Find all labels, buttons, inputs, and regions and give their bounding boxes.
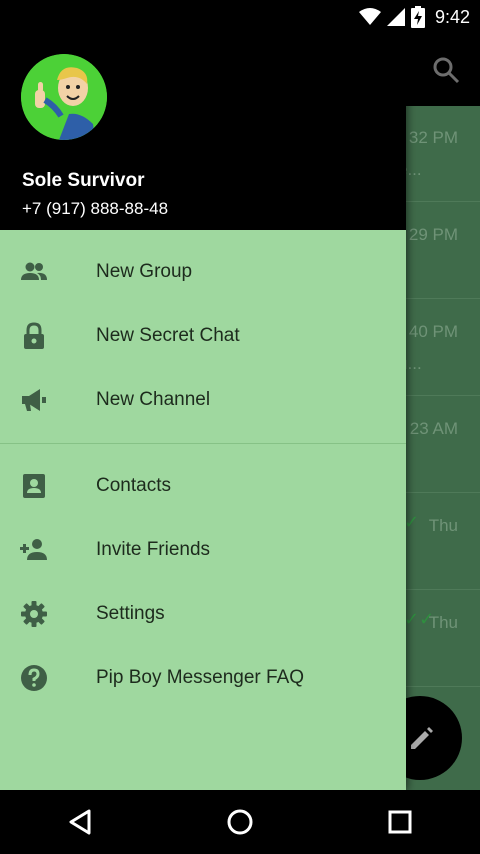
menu-label: New Channel (96, 389, 211, 410)
menu-label: Invite Friends (96, 539, 211, 560)
user-phone: +7 (917) 888-88-48 (22, 199, 169, 218)
drawer-header: Sole Survivor +7 (917) 888-88-48 (0, 34, 406, 230)
chat-time: 32 PM (408, 128, 458, 147)
gear-icon (21, 601, 47, 627)
avatar[interactable] (21, 54, 107, 140)
status-bar: 9:42 (0, 0, 480, 34)
megaphone-icon (22, 389, 46, 411)
contact-card-icon (23, 474, 45, 498)
chat-time: 29 PM (408, 225, 458, 244)
navigation-drawer: Sole Survivor +7 (917) 888-88-48 New Gro… (0, 34, 406, 790)
chat-time: 40 PM (408, 322, 458, 341)
cellular-signal-icon (386, 8, 405, 26)
menu-item-contacts[interactable]: Contacts (0, 454, 406, 518)
system-nav-bar (0, 790, 480, 854)
menu-item-new-secret-chat[interactable]: New Secret Chat (0, 304, 406, 368)
lock-icon (24, 322, 44, 349)
menu-item-faq[interactable]: Pip Boy Messenger FAQ (0, 646, 406, 710)
search-icon[interactable] (432, 56, 460, 84)
group-icon (21, 262, 47, 280)
menu-item-settings[interactable]: Settings (0, 582, 406, 646)
menu-label: Contacts (96, 475, 171, 496)
chat-time: Thu (428, 613, 458, 632)
menu-divider (0, 443, 406, 444)
menu-item-invite-friends[interactable]: Invite Friends (0, 518, 406, 582)
pencil-icon (411, 727, 433, 749)
back-button[interactable] (50, 792, 110, 852)
clock: 9:42 (434, 6, 470, 27)
battery-icon (410, 6, 425, 28)
chat-time: Thu (428, 516, 458, 535)
menu-item-new-group[interactable]: New Group (0, 240, 406, 304)
status-icons: 9:42 (358, 5, 470, 29)
read-check-icon: ✓ (404, 512, 420, 532)
menu-label: New Group (96, 261, 193, 282)
vault-boy-avatar (21, 54, 107, 140)
menu-item-new-channel[interactable]: New Channel (0, 368, 406, 432)
recents-button[interactable] (370, 792, 430, 852)
recents-square-icon (388, 810, 412, 834)
wifi-icon (358, 8, 381, 25)
menu-label: Pip Boy Messenger FAQ (96, 667, 305, 688)
user-name: Sole Survivor (22, 170, 145, 191)
help-icon (21, 665, 47, 691)
chat-time: 23 AM (409, 419, 458, 438)
menu-label: New Secret Chat (96, 325, 240, 346)
menu-label: Settings (96, 603, 165, 624)
add-person-icon (20, 539, 47, 560)
back-triangle-icon (69, 809, 91, 835)
home-button[interactable] (210, 792, 270, 852)
home-circle-icon (227, 809, 253, 835)
